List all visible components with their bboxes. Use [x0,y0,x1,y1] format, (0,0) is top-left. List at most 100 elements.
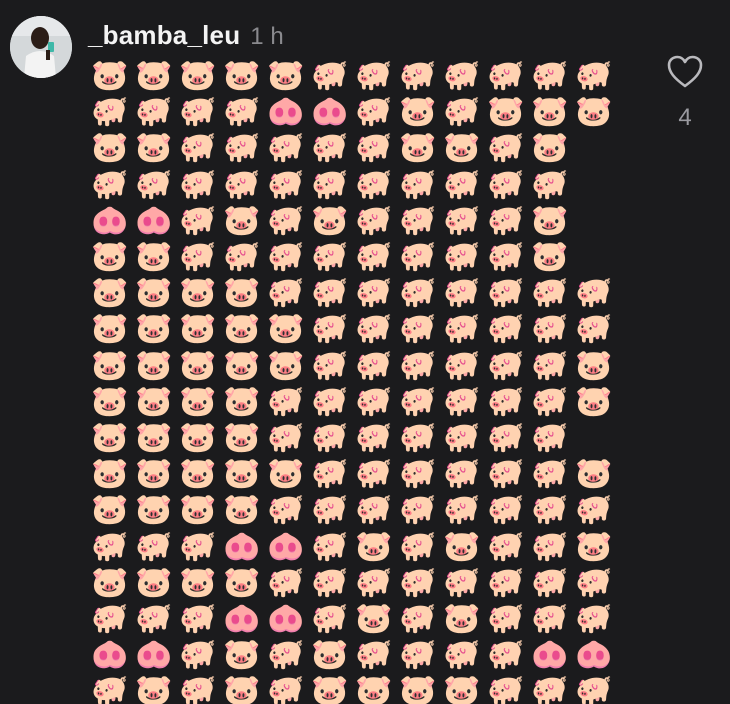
pig-emoji: 🐖 [355,58,393,94]
emoji-row: 🐷 🐷 🐖 🐖 🐖 🐖 🐖 🐷 🐷 🐖 🐷 [88,130,628,166]
pig-face-emoji: 🐷 [443,673,481,704]
pig-face-emoji: 🐷 [135,673,173,704]
pig-emoji: 🐖 [531,673,569,704]
pig-emoji: 🐖 [91,94,129,130]
pig-emoji: 🐖 [487,564,525,600]
pig-emoji: 🐖 [267,275,305,311]
pig-emoji: 🐖 [487,130,525,166]
pig-face-emoji: 🐷 [91,564,129,600]
pig-emoji: 🐖 [487,528,525,564]
pig-emoji: 🐖 [531,311,569,347]
pig-emoji: 🐖 [355,564,393,600]
pig-emoji: 🐖 [355,130,393,166]
pig-emoji: 🐖 [443,347,481,383]
pig-emoji: 🐖 [487,456,525,492]
like-button[interactable] [666,54,704,90]
pig-emoji: 🐖 [399,239,437,275]
pig-emoji: 🐖 [223,130,261,166]
pig-face-emoji: 🐷 [531,94,569,130]
pig-emoji: 🐖 [487,492,525,528]
pig-emoji: 🐖 [443,275,481,311]
pig-emoji: 🐖 [487,239,525,275]
pig-face-emoji: 🐷 [223,419,261,455]
pig-face-emoji: 🐷 [311,673,349,704]
pig-emoji: 🐖 [311,311,349,347]
pig-face-emoji: 🐷 [487,94,525,130]
pig-emoji: 🐖 [443,637,481,673]
pig-face-emoji: 🐷 [399,130,437,166]
pig-emoji: 🐖 [399,275,437,311]
pig-face-emoji: 🐷 [91,130,129,166]
pig-face-emoji: 🐷 [223,673,261,704]
pig-emoji: 🐖 [355,347,393,383]
emoji-row: 🐖 🐖 🐖 🐽 🐽 🐖 🐷 🐖 🐷 🐖 🐖 🐖 [88,601,628,637]
pig-face-emoji: 🐷 [311,637,349,673]
pig-face-emoji: 🐷 [223,347,261,383]
pig-emoji: 🐖 [311,492,349,528]
pig-emoji: 🐖 [311,275,349,311]
emoji-row: 🐷 🐷 🐷 🐷 🐖 🐖 🐖 🐖 🐖 🐖 🐖 [88,420,628,456]
pig-emoji: 🐖 [531,58,569,94]
pig-face-emoji: 🐷 [179,311,217,347]
pig-emoji: 🐖 [399,492,437,528]
pig-emoji: 🐖 [487,637,525,673]
pig-emoji: 🐖 [531,419,569,455]
pig-emoji: 🐖 [135,528,173,564]
pig-emoji: 🐖 [267,239,305,275]
pig-emoji: 🐖 [443,166,481,202]
pig-emoji: 🐖 [399,202,437,238]
emoji-row: 🐷 🐷 🐷 🐷 🐷 🐖 🐖 🐖 🐖 🐖 🐖 🐖 [88,58,628,94]
pig-emoji: 🐖 [267,564,305,600]
pig-face-emoji: 🐷 [223,492,261,528]
pig-emoji: 🐖 [399,347,437,383]
emoji-row: 🐖 🐖 🐖 🐖 🐖 🐖 🐖 🐖 🐖 🐖 🐖 [88,167,628,203]
pig-emoji: 🐖 [487,673,525,704]
pig-emoji: 🐖 [267,130,305,166]
pig-emoji: 🐖 [531,166,569,202]
pig-face-emoji: 🐷 [135,58,173,94]
pig-emoji: 🐖 [399,600,437,636]
pig-face-emoji: 🐷 [223,202,261,238]
pig-emoji: 🐖 [443,456,481,492]
pig-face-emoji: 🐷 [311,202,349,238]
pig-emoji: 🐖 [355,637,393,673]
pig-face-emoji: 🐷 [91,492,129,528]
avatar[interactable] [10,16,72,78]
pig-emoji: 🐖 [311,528,349,564]
pig-emoji: 🐖 [223,239,261,275]
pig-emoji: 🐖 [487,347,525,383]
pig-face-emoji: 🐷 [223,564,261,600]
pig-emoji: 🐖 [443,492,481,528]
pig-emoji: 🐖 [355,419,393,455]
pig-emoji: 🐖 [531,347,569,383]
pig-nose-emoji: 🐽 [267,528,305,564]
pig-emoji: 🐖 [575,673,613,704]
pig-emoji: 🐖 [487,275,525,311]
pig-face-emoji: 🐷 [91,347,129,383]
pig-emoji: 🐖 [311,166,349,202]
pig-emoji: 🐖 [223,94,261,130]
pig-emoji: 🐖 [311,600,349,636]
pig-emoji: 🐖 [311,58,349,94]
pig-emoji: 🐖 [531,528,569,564]
emoji-row: 🐷 🐷 🐖 🐖 🐖 🐖 🐖 🐖 🐖 🐖 🐷 [88,239,628,275]
username[interactable]: _bamba_leu [88,20,240,51]
pig-emoji: 🐖 [267,673,305,704]
pig-face-emoji: 🐷 [443,528,481,564]
pig-emoji: 🐖 [311,347,349,383]
pig-face-emoji: 🐷 [223,275,261,311]
pig-face-emoji: 🐷 [179,58,217,94]
pig-face-emoji: 🐷 [531,130,569,166]
pig-emoji: 🐖 [179,600,217,636]
pig-emoji: 🐖 [267,419,305,455]
pig-nose-emoji: 🐽 [267,94,305,130]
pig-nose-emoji: 🐽 [575,637,613,673]
pig-face-emoji: 🐷 [355,600,393,636]
pig-emoji: 🐖 [443,564,481,600]
emoji-row: 🐖 🐷 🐖 🐷 🐖 🐷 🐷 🐷 🐷 🐖 🐖 🐖 [88,673,628,704]
pig-emoji: 🐖 [575,58,613,94]
pig-nose-emoji: 🐽 [91,637,129,673]
pig-emoji: 🐖 [311,419,349,455]
pig-face-emoji: 🐷 [179,456,217,492]
pig-face-emoji: 🐷 [267,311,305,347]
